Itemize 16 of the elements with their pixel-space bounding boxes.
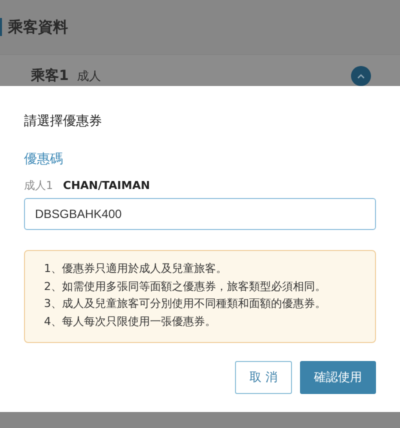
- confirm-button[interactable]: 確認使用: [300, 360, 376, 394]
- collapse-button[interactable]: [351, 66, 371, 86]
- chevron-icon: [357, 73, 365, 79]
- passenger-type: 成人1: [24, 178, 53, 192]
- dialog-title: 請選擇優惠券: [24, 113, 103, 131]
- passenger-name: CHAN/TAIMAN: [63, 178, 150, 192]
- passenger-label: 乘客1: [31, 67, 69, 85]
- notice-line: 1、優惠券只適用於成人及兒童旅客。: [44, 261, 228, 277]
- section-title: 乘客資料: [8, 18, 68, 36]
- cancel-button[interactable]: 取 消: [235, 360, 292, 394]
- coupon-code-label: 優惠碼: [24, 151, 64, 169]
- notice-line: 3、成人及兒童旅客可分別使用不同種類和面額的優惠券。: [44, 296, 327, 312]
- notice-line: 4、每人每次只限使用一張優惠券。: [44, 314, 217, 330]
- coupon-code-field[interactable]: DBSGBAHK400: [24, 198, 376, 230]
- passenger-type: 成人: [76, 68, 102, 84]
- notice-line: 2、如需使用多張同等面額之優惠券，旅客類型必須相同。: [44, 278, 327, 295]
